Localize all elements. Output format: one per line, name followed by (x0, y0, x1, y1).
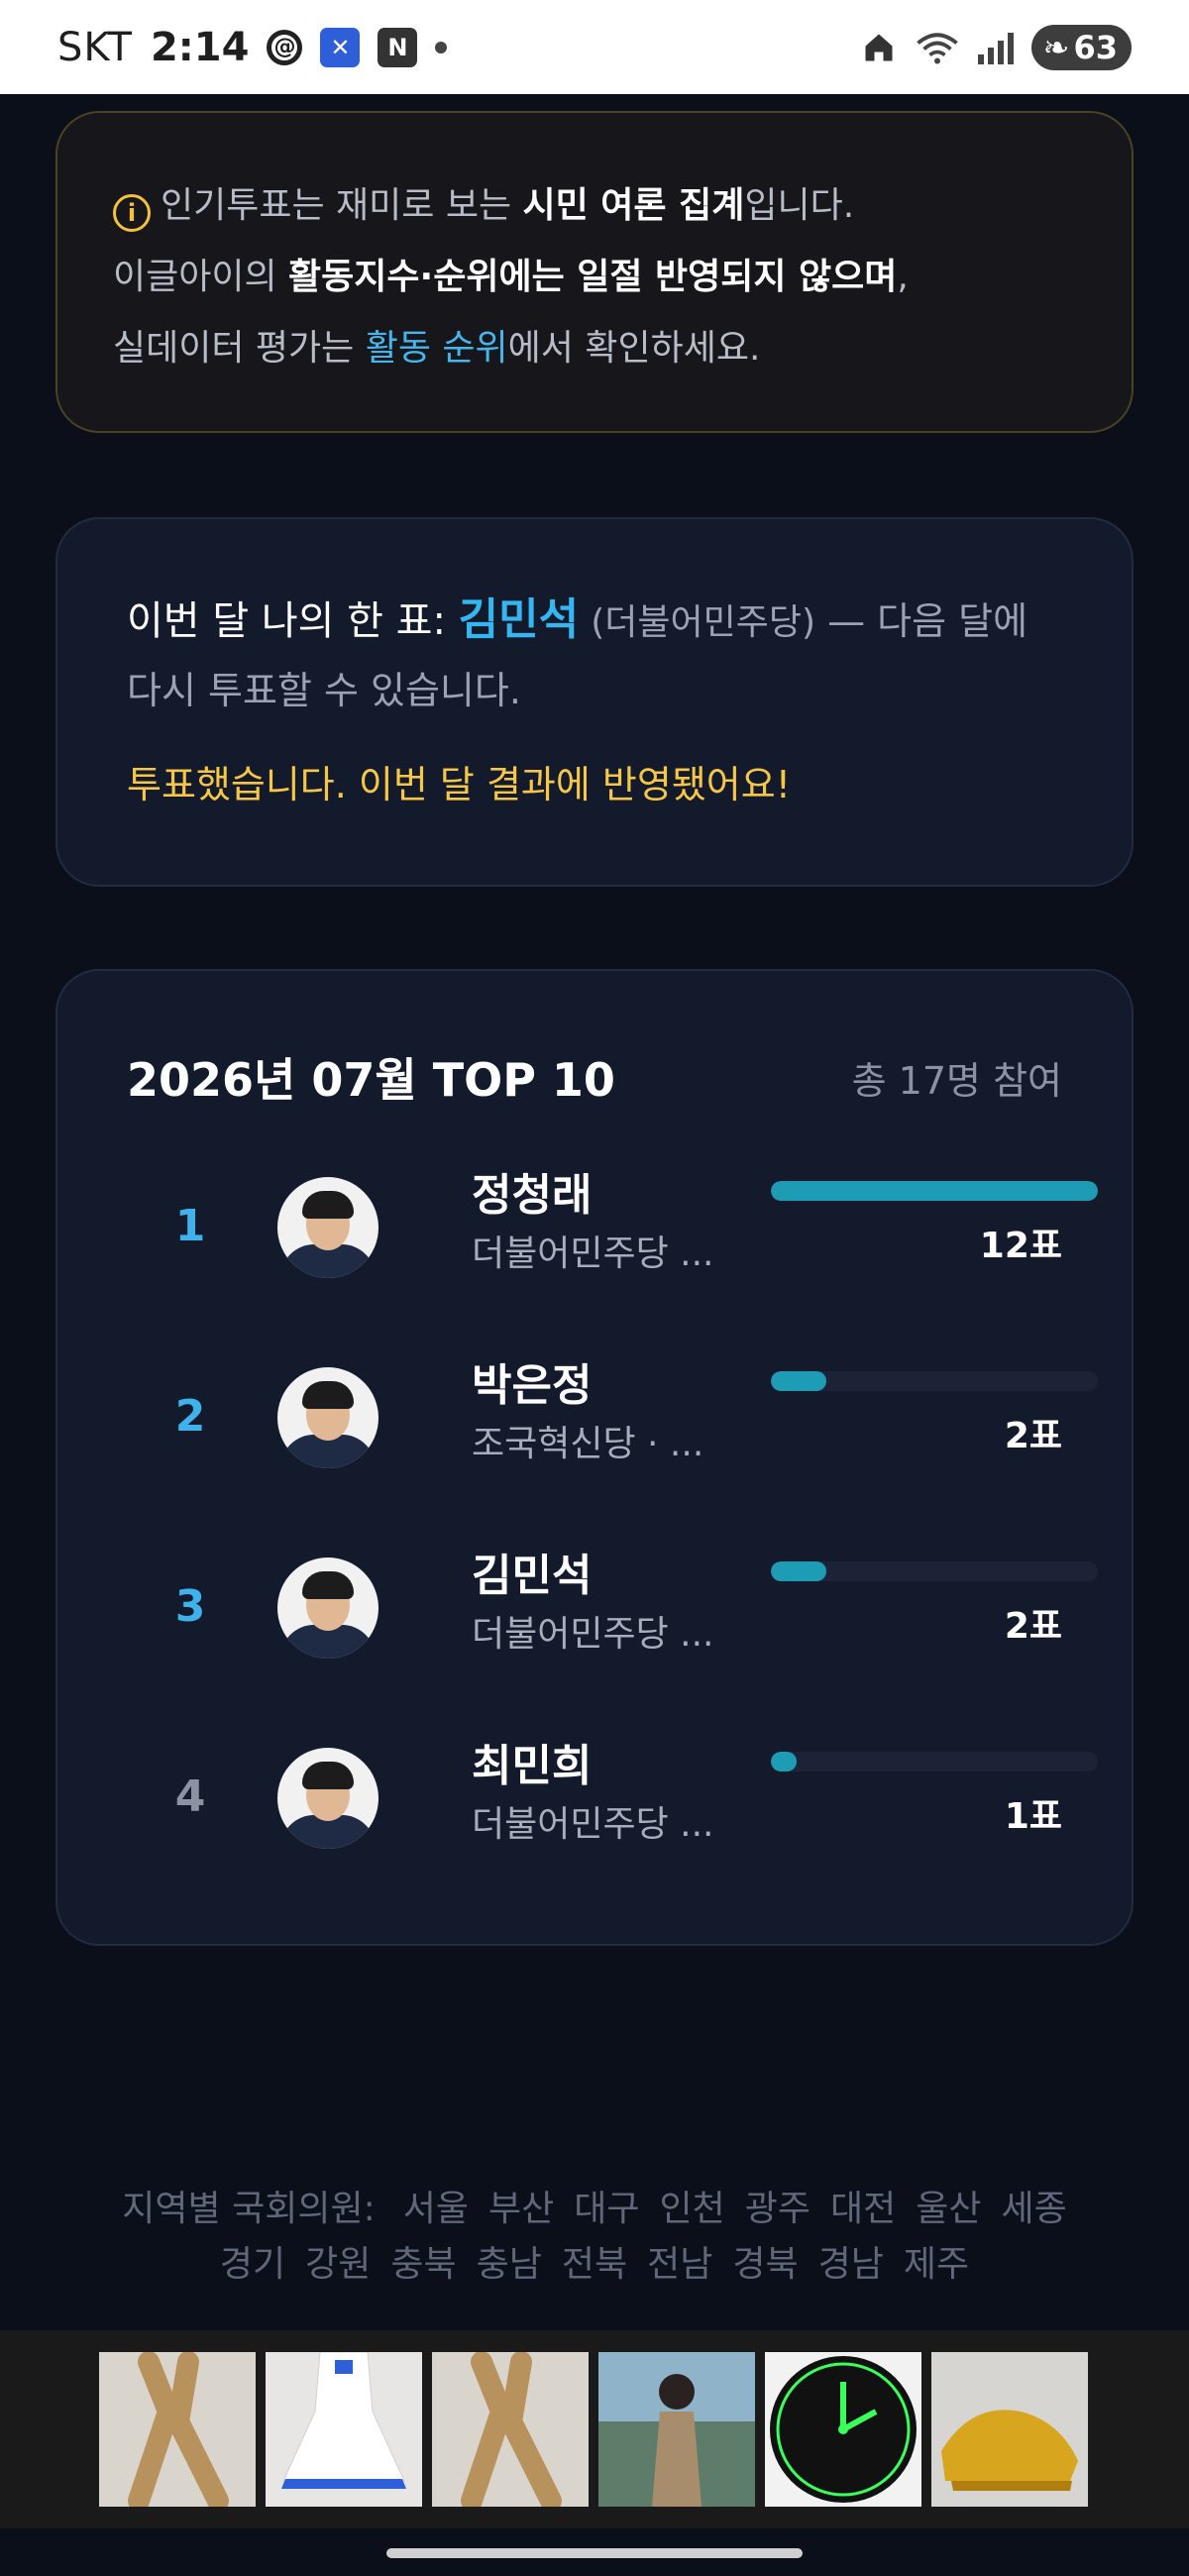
ad-banner[interactable] (0, 2330, 1189, 2528)
region-link[interactable]: 인천 (659, 2182, 724, 2237)
candidate-name: 정청래 (472, 1170, 593, 1221)
ranking-row[interactable]: 1 정청래 더불어민주당 ... 12표 (127, 1159, 1098, 1349)
carrier-label: SKT (57, 24, 133, 70)
candidate-party: 더불어민주당 ... (472, 1614, 714, 1655)
ranking-row[interactable]: 4 최민희 더불어민주당 ... 1표 (127, 1730, 1098, 1920)
notice-line-3: 실데이터 평가는 활동 순위에서 확인하세요. (113, 328, 761, 369)
wifi-icon (916, 32, 958, 63)
participant-count: 총 17명 참여 (851, 1058, 1062, 1103)
region-link[interactable]: 강원 (305, 2237, 371, 2293)
leaf-icon: ❧ (1042, 28, 1070, 66)
notice-card: i 인기투표는 재미로 보는 시민 여론 집계입니다. 이글아이의 활동지수·순위… (55, 111, 1134, 433)
region-link[interactable]: 대구 (574, 2182, 639, 2237)
status-bar: SKT 2:14 @ ✕ N ❧ 63 (0, 0, 1189, 94)
signal-icon (977, 31, 1014, 64)
ad-image[interactable] (598, 2352, 755, 2507)
voted-candidate-name: 김민석 (458, 594, 580, 645)
candidate-party: 더불어민주당 ... (472, 1234, 714, 1274)
ad-image[interactable] (765, 2352, 921, 2507)
avatar (277, 1177, 378, 1278)
vote-count: 12표 (979, 1226, 1062, 1266)
ranking-list: 1 정청래 더불어민주당 ... 12표 2 박은정 조국혁신당 · ... 2… (127, 1159, 1098, 1920)
region-link[interactable]: 서울 (403, 2182, 469, 2237)
battery-level: 63 (1073, 28, 1118, 66)
rank-number: 2 (174, 1391, 206, 1442)
ad-image[interactable] (99, 2351, 256, 2512)
region-link[interactable]: 충북 (390, 2237, 456, 2293)
n-icon: N (378, 27, 418, 67)
vote-bar (771, 1561, 1098, 1581)
vote-confirmation: 투표했습니다. 이번 달 결과에 반영됐어요! (127, 763, 791, 806)
ad-image[interactable] (931, 2352, 1088, 2507)
notice-line-2: 이글아이의 활동지수·순위에는 일절 반영되지 않으며, (113, 257, 909, 297)
home-indicator[interactable] (386, 2548, 803, 2558)
region-link[interactable]: 광주 (745, 2182, 811, 2237)
activity-rank-link[interactable]: 활동 순위 (366, 328, 508, 369)
info-icon: i (113, 194, 151, 232)
region-link[interactable]: 충남 (477, 2237, 542, 2293)
region-link[interactable]: 부산 (488, 2182, 554, 2237)
clock: 2:14 (150, 24, 250, 70)
home-icon (865, 34, 893, 60)
ad-image[interactable] (266, 2351, 422, 2507)
ad-image[interactable] (432, 2351, 589, 2512)
region-link[interactable]: 전남 (647, 2237, 712, 2293)
region-link[interactable]: 경남 (818, 2237, 884, 2293)
vote-bar (771, 1752, 1098, 1771)
vote-count: 2표 (1004, 1606, 1062, 1647)
vote-bar (771, 1371, 1098, 1391)
avatar (277, 1748, 378, 1849)
region-link[interactable]: 경기 (220, 2237, 285, 2293)
avatar (277, 1367, 378, 1468)
rank-number: 3 (174, 1581, 206, 1632)
region-row-1: 지역별 국회의원: 서울 부산 대구 인천 광주 대전 울산 세종 (0, 2182, 1189, 2237)
candidate-party: 더불어민주당 ... (472, 1804, 714, 1845)
region-link[interactable]: 세종 (1001, 2182, 1066, 2237)
ranking-card: 2026년 07월 TOP 10 총 17명 참여 1 정청래 더불어민주당 .… (55, 969, 1134, 1946)
x-icon: ✕ (320, 27, 361, 67)
rank-number: 1 (174, 1201, 206, 1251)
region-link[interactable]: 제주 (904, 2237, 969, 2293)
my-vote-card: 이번 달 나의 한 표: 김민석 (더불어민주당) — 다음 달에 다시 투표할… (55, 517, 1134, 887)
vote-count: 2표 (1004, 1416, 1062, 1456)
region-row-2: 경기 강원 충북 충남 전북 전남 경북 경남 제주 (0, 2237, 1189, 2293)
ranking-row[interactable]: 2 박은정 조국혁신당 · ... 2표 (127, 1349, 1098, 1540)
region-links: 지역별 국회의원: 서울 부산 대구 인천 광주 대전 울산 세종 경기 강원 충북 충남 전북 전남 경북… (0, 2182, 1189, 2293)
voted-candidate-party: (더불어민주당) (591, 602, 816, 643)
avatar (277, 1557, 378, 1659)
threads-icon: @ (267, 29, 303, 65)
region-link[interactable]: 대전 (830, 2182, 896, 2237)
rank-number: 4 (174, 1771, 206, 1822)
candidate-name: 박은정 (472, 1360, 593, 1411)
ranking-title: 2026년 07월 TOP 10 (127, 1053, 615, 1107)
candidate-name: 최민희 (472, 1741, 593, 1791)
vote-bar (771, 1181, 1098, 1201)
battery-indicator: ❧ 63 (1030, 24, 1132, 70)
my-vote-summary: 이번 달 나의 한 표: 김민석 (더불어민주당) — 다음 달에 (127, 594, 1028, 645)
vote-count: 1표 (1004, 1796, 1062, 1837)
region-link[interactable]: 전북 (562, 2237, 627, 2293)
my-vote-next: 다시 투표할 수 있습니다. (127, 669, 521, 712)
region-label: 지역별 국회의원: (122, 2189, 376, 2229)
ranking-row[interactable]: 3 김민석 더불어민주당 ... 2표 (127, 1540, 1098, 1730)
region-link[interactable]: 경북 (732, 2237, 798, 2293)
region-link[interactable]: 울산 (916, 2182, 981, 2237)
notification-dot-icon (435, 41, 448, 54)
candidate-name: 김민석 (472, 1551, 593, 1601)
candidate-party: 조국혁신당 · ... (472, 1424, 704, 1464)
notice-line-1: i 인기투표는 재미로 보는 시민 여론 집계입니다. (113, 170, 1076, 242)
